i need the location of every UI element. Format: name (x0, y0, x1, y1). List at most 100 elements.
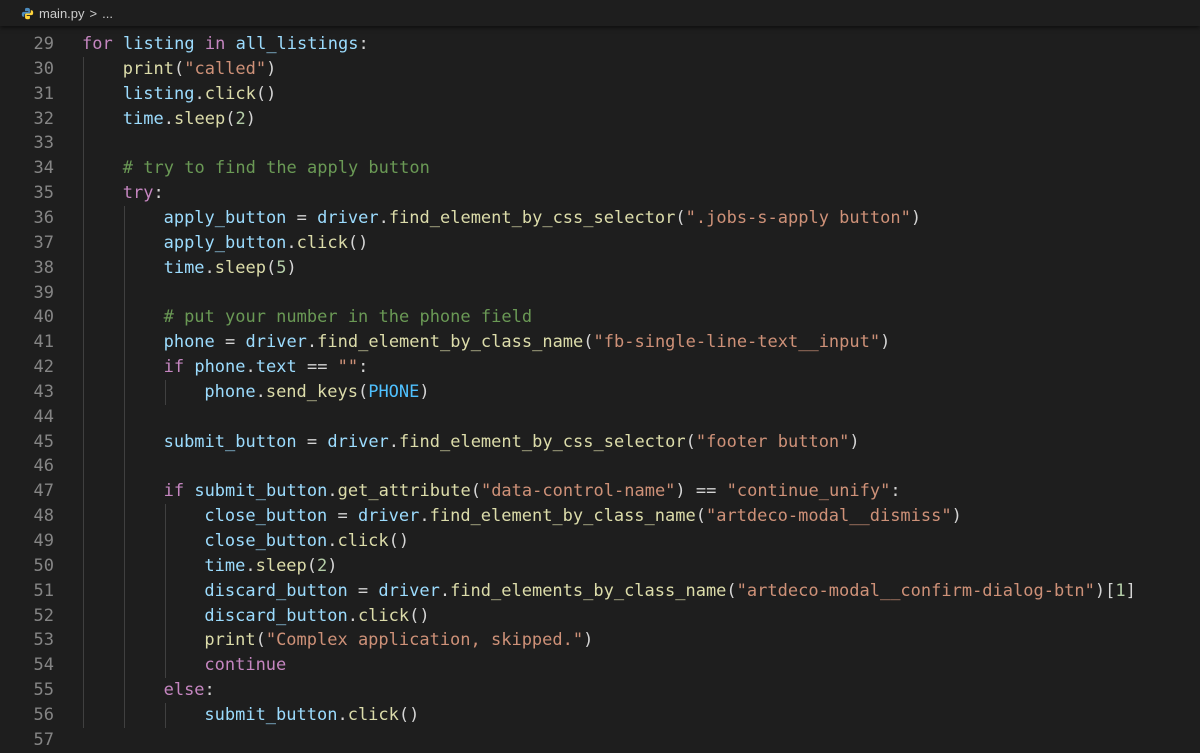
code-line[interactable]: 45 submit_button = driver.find_element_by… (0, 430, 1200, 455)
code-token: ) (327, 555, 338, 576)
code-line[interactable]: 48 close_button = driver.find_element_by_… (0, 504, 1200, 529)
code-token: )[ (1094, 580, 1116, 601)
code-line[interactable]: 49 close_button.click() (0, 529, 1200, 554)
code-token: listing (122, 34, 195, 54)
code-token: . (327, 531, 338, 551)
code-line[interactable]: 37 apply_button.click() (0, 231, 1200, 256)
code-token: discard_button (204, 605, 348, 626)
code-token: phone (163, 332, 215, 353)
code-token: : (204, 680, 215, 701)
code-token: send_keys (265, 381, 358, 402)
code-token: close_button (204, 531, 328, 551)
code-token: : (890, 481, 901, 502)
code-token: sleep (214, 257, 266, 278)
code-line[interactable]: 30 print("called") (0, 57, 1200, 82)
code-text: if submit_button.get_attribute("data-con… (164, 479, 901, 504)
code-token: ) (910, 207, 922, 228)
code-line[interactable]: 40 # put your number in the phone field (0, 305, 1200, 330)
breadcrumb-file[interactable]: main.py (39, 6, 85, 21)
code-editor[interactable]: 29 for listing in all_listings: 30 print("c… (0, 26, 1200, 752)
code-token: print (122, 58, 174, 79)
code-line[interactable]: 55 else: (0, 678, 1200, 703)
code-token: . (286, 232, 297, 253)
code-token: "Complex application, skipped." (265, 630, 584, 651)
code-token: apply_button (163, 207, 287, 228)
code-token: "artdeco-modal__confirm-dialog-btn" (736, 580, 1095, 601)
code-token: ) (583, 630, 594, 651)
code-token: ] (1125, 580, 1136, 601)
code-token: time (163, 257, 205, 278)
code-text: close_button.click() (204, 529, 409, 554)
code-line[interactable]: 44 (0, 405, 1200, 430)
code-token: . (255, 381, 266, 402)
code-token: . (327, 481, 338, 502)
code-token: "artdeco-modal__dismiss" (705, 506, 952, 527)
code-line[interactable]: 52 discard_button.click() (0, 604, 1200, 629)
line-number: 33 (33, 133, 54, 154)
code-token: ( (306, 555, 318, 576)
code-line[interactable]: 39 (0, 281, 1200, 306)
code-line[interactable]: 43 phone.send_keys(PHONE) (0, 380, 1200, 405)
code-line[interactable]: 36 apply_button = driver.find_element_by_… (0, 206, 1200, 231)
code-line[interactable]: 57 (0, 728, 1200, 753)
code-token: submit_button (204, 704, 338, 725)
code-token: all_listings (235, 34, 359, 54)
code-line[interactable]: 33 (0, 131, 1200, 156)
code-token: "fb-single-line-text__input" (593, 332, 881, 353)
code-line[interactable]: 46 (0, 454, 1200, 479)
code-text: print("called") (123, 57, 277, 82)
code-line[interactable]: 47 if submit_button.get_attribute("data-c… (0, 479, 1200, 504)
code-line[interactable]: 34 # try to find the apply button (0, 156, 1200, 181)
code-token: phone (204, 381, 256, 402)
line-number: 50 (33, 555, 54, 576)
code-token: . (306, 332, 318, 353)
code-line[interactable]: 51 discard_button = driver.find_elements_… (0, 579, 1200, 604)
code-line[interactable]: 56 submit_button.click() (0, 703, 1200, 728)
code-text: else: (164, 678, 215, 703)
code-line[interactable]: 53 print("Complex application, skipped.") (0, 628, 1200, 653)
code-token: find_elements_by_class_name (450, 580, 727, 601)
code-token: ( (726, 580, 737, 601)
code-text: phone.send_keys(PHONE) (204, 380, 429, 405)
code-token: ) (286, 257, 297, 278)
code-line[interactable]: 35 try: (0, 181, 1200, 206)
code-text: time.sleep(2) (204, 554, 337, 579)
code-line[interactable]: 38 time.sleep(5) (0, 256, 1200, 281)
code-token: get_attribute (337, 481, 471, 502)
line-number: 31 (33, 83, 54, 104)
code-token: ) == (675, 481, 727, 502)
code-text: print("Complex application, skipped.") (204, 628, 593, 653)
code-token: "continue_unify" (726, 481, 891, 502)
code-token: . (337, 704, 348, 725)
code-line[interactable]: 50 time.sleep(2) (0, 554, 1200, 579)
code-token: . (245, 555, 256, 576)
code-token: ( (357, 381, 369, 402)
code-token: . (194, 83, 205, 104)
code-line[interactable]: 42 if phone.text == "": (0, 355, 1200, 380)
code-token: ) (880, 332, 891, 353)
code-token: : (153, 183, 164, 204)
code-token: apply_button (163, 232, 287, 253)
code-token: phone (194, 357, 246, 378)
code-line[interactable]: 32 time.sleep(2) (0, 107, 1200, 132)
code-token: if (163, 357, 185, 378)
code-token: . (204, 257, 215, 278)
code-token: listing (122, 83, 195, 104)
code-token: ( (225, 108, 236, 129)
breadcrumb-more[interactable]: ... (102, 6, 113, 21)
code-token: close_button (204, 506, 328, 527)
code-line[interactable]: 54 continue (0, 653, 1200, 678)
line-number: 37 (33, 232, 54, 253)
code-token: . (419, 506, 430, 527)
code-token: driver (245, 332, 307, 353)
code-token: submit_button (163, 431, 297, 452)
python-file-icon (20, 6, 34, 20)
code-line[interactable]: 31 listing.click() (0, 82, 1200, 107)
code-line[interactable]: 29 for listing in all_listings: (0, 32, 1200, 57)
code-line[interactable]: 41 phone = driver.find_element_by_class_n… (0, 330, 1200, 355)
code-token: () (388, 531, 410, 551)
code-token: . (378, 207, 389, 228)
